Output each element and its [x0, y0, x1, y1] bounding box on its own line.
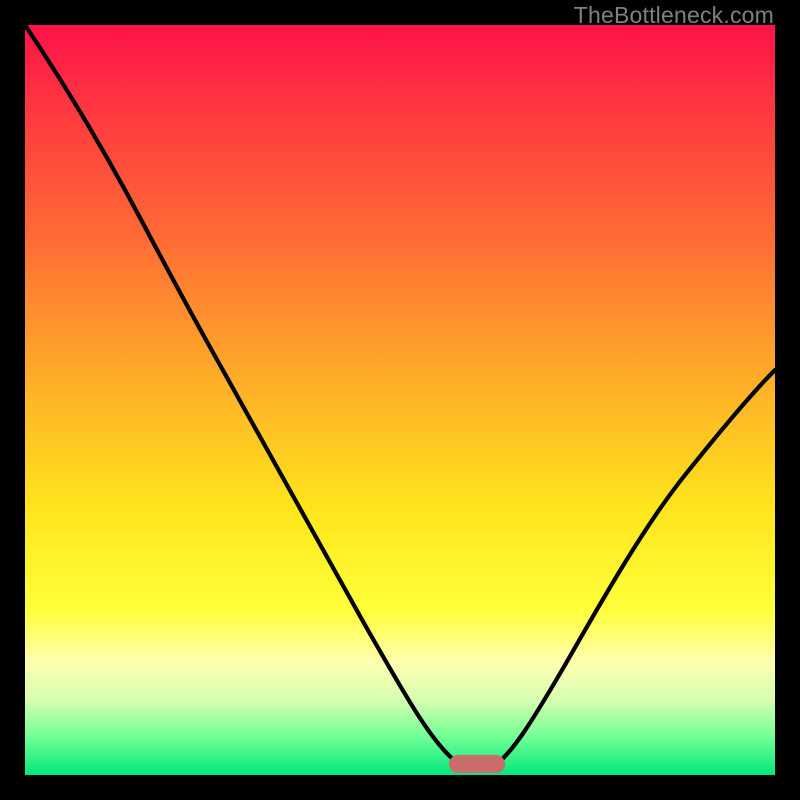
attribution-watermark: TheBottleneck.com — [574, 2, 774, 29]
curve-path — [25, 25, 775, 771]
plot-gradient-area — [25, 25, 775, 775]
optimal-point-marker — [449, 755, 505, 773]
bottleneck-curve — [25, 25, 775, 775]
chart-frame: TheBottleneck.com — [0, 0, 800, 800]
